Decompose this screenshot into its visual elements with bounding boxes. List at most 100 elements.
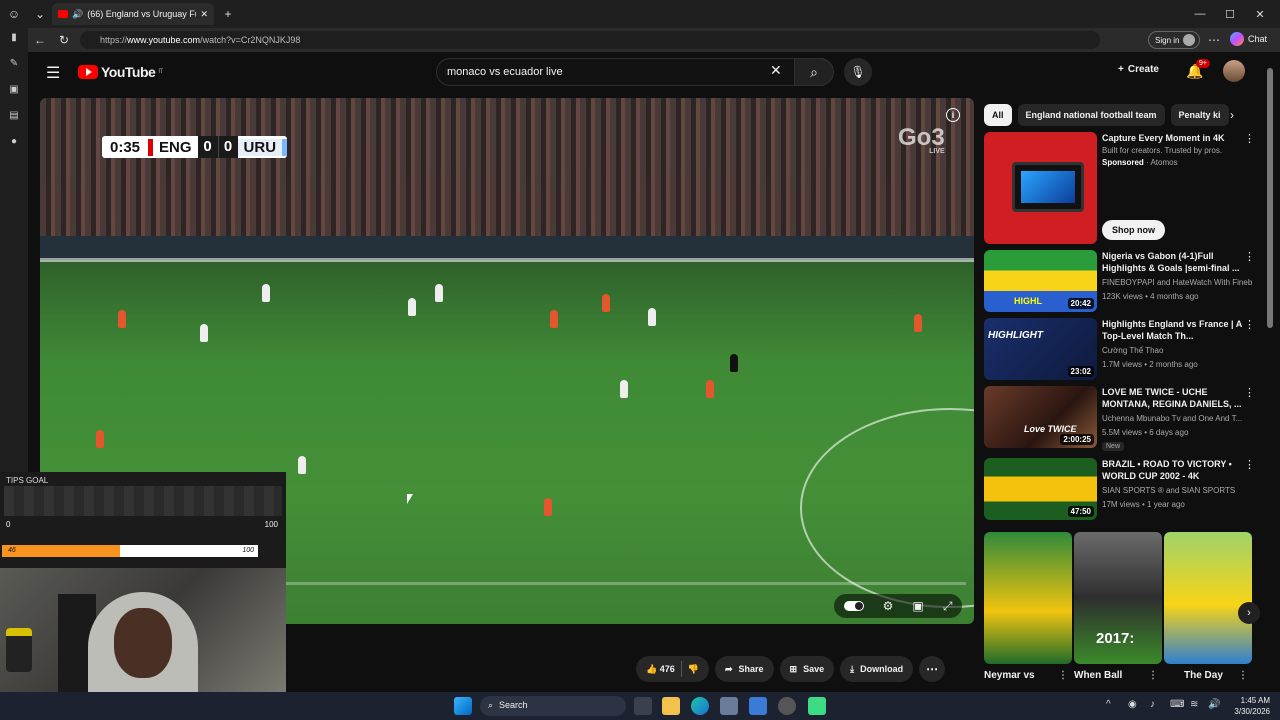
kebab-menu-icon[interactable]: ⋮ xyxy=(1244,458,1255,471)
short-thumbnail[interactable] xyxy=(1164,532,1252,664)
sign-in-button[interactable]: Sign in xyxy=(1148,31,1200,49)
kebab-menu-icon[interactable]: ⋮ xyxy=(1148,670,1158,681)
tab-actions-chevron-icon[interactable]: ⌄ xyxy=(30,4,50,24)
tray-app-icon[interactable]: ◉ xyxy=(1128,699,1137,710)
menu-hamburger-icon[interactable]: ☰ xyxy=(46,63,60,83)
chips-next-icon[interactable]: › xyxy=(1230,108,1234,122)
store-icon[interactable] xyxy=(720,697,738,715)
mic-tray-icon[interactable]: ♪ xyxy=(1150,699,1155,710)
ad-thumbnail[interactable] xyxy=(984,132,1097,244)
url-field[interactable]: https://www.youtube.com/watch?v=Cr2NQNJK… xyxy=(80,31,1100,49)
miniplayer-icon[interactable]: ▣ xyxy=(912,599,923,613)
more-menu-icon[interactable]: ⋯ xyxy=(1204,30,1224,50)
short-title[interactable]: When Ball xyxy=(1074,670,1122,681)
browser-tab[interactable]: 🔊 (66) England vs Uruguay Full ✕ xyxy=(52,3,214,25)
clock[interactable]: 1:45 AM 3/30/2026 xyxy=(1226,695,1270,717)
chip-all[interactable]: All xyxy=(984,104,1012,126)
channel-name[interactable]: Uchenna Mbunabo Tv and One And T... xyxy=(1102,414,1252,423)
ad-title[interactable]: Capture Every Moment in 4K xyxy=(1102,132,1242,144)
create-button[interactable]: + Create xyxy=(1118,64,1159,75)
tools-icon[interactable]: ✎ xyxy=(8,58,20,70)
channel-name[interactable]: Cường Thể Thao xyxy=(1102,346,1252,355)
edge-browser-icon[interactable] xyxy=(691,697,709,715)
app-icon[interactable] xyxy=(778,697,796,715)
short-thumbnail[interactable]: 2017: xyxy=(1074,532,1162,664)
minimize-button[interactable]: — xyxy=(1186,4,1214,24)
copilot-icon xyxy=(1230,32,1244,46)
profile-icon[interactable]: ☺ xyxy=(4,4,24,24)
youtube-logo[interactable]: YouTube IT xyxy=(78,64,163,80)
kebab-menu-icon[interactable]: ⋮ xyxy=(1244,132,1255,145)
video-thumbnail[interactable]: Love TWICE 2:00:25 xyxy=(984,386,1097,448)
video-thumbnail[interactable]: 47:50 xyxy=(984,458,1097,520)
clear-search-icon[interactable]: ✕ xyxy=(770,62,782,79)
autoplay-toggle[interactable] xyxy=(843,601,864,611)
language-icon[interactable]: ⌨ xyxy=(1170,699,1184,710)
games-icon[interactable]: ● xyxy=(8,136,20,148)
kebab-menu-icon[interactable]: ⋮ xyxy=(1238,670,1248,681)
share-button[interactable]: ➦ Share xyxy=(714,656,774,682)
new-tab-button[interactable]: + xyxy=(218,4,238,24)
notifications-button[interactable]: 🔔 9+ xyxy=(1186,59,1210,80)
back-arrow-icon[interactable]: ← xyxy=(30,30,50,50)
chip-england-team[interactable]: England national football team xyxy=(1017,104,1165,126)
search-button[interactable]: ⌕ xyxy=(794,58,834,86)
tab-close-icon[interactable]: ✕ xyxy=(200,9,208,20)
speaker-icon[interactable]: 🔊 xyxy=(72,9,83,20)
taskbar-search[interactable]: ⌕ Search xyxy=(480,696,626,716)
android-app-icon[interactable] xyxy=(808,697,826,715)
page-scrollbar[interactable] xyxy=(1266,58,1274,678)
tray-chevron-icon[interactable]: ^ xyxy=(1106,699,1111,710)
short-thumbnail[interactable] xyxy=(984,532,1072,664)
save-button[interactable]: ⊞ Save xyxy=(779,656,835,682)
channel-name[interactable]: SIAN SPORTS ® and SIAN SPORTS xyxy=(1102,486,1252,495)
recommendation-item[interactable]: HIGHL 20:42 Nigeria vs Gabon (4-1)Full H… xyxy=(984,250,1255,314)
kebab-menu-icon[interactable]: ⋮ xyxy=(1244,318,1255,331)
short-title[interactable]: The Day xyxy=(1184,670,1223,681)
wifi-icon[interactable]: ≋ xyxy=(1190,699,1198,710)
search-input[interactable]: monaco vs ecuador live xyxy=(436,58,824,86)
copilot-chat-button[interactable]: Chat xyxy=(1230,32,1267,46)
video-progress-bar[interactable] xyxy=(286,582,966,585)
fullscreen-icon[interactable]: ⤢ xyxy=(943,599,953,614)
short-title[interactable]: Neymar vs xyxy=(984,670,1035,681)
settings-gear-icon[interactable]: ⚙ xyxy=(883,599,894,613)
channel-name[interactable]: FINEBOYPAPI and HateWatch With Fineb... xyxy=(1102,278,1252,287)
kebab-menu-icon[interactable]: ⋮ xyxy=(1244,386,1255,399)
mail-icon[interactable] xyxy=(749,697,767,715)
video-title[interactable]: Nigeria vs Gabon (4-1)Full Highlights & … xyxy=(1102,250,1242,274)
refresh-icon[interactable]: ↻ xyxy=(54,30,74,50)
video-thumbnail[interactable]: HIGHLIGHT 23:02 xyxy=(984,318,1097,380)
chip-penalty[interactable]: Penalty ki xyxy=(1170,104,1229,126)
scrollbar-thumb[interactable] xyxy=(1267,68,1273,328)
more-actions-button[interactable]: ⋯ xyxy=(919,656,946,682)
search-icon: ⌕ xyxy=(488,700,494,710)
file-icon[interactable]: ▮ xyxy=(8,32,20,44)
kebab-menu-icon[interactable]: ⋮ xyxy=(1244,250,1255,263)
close-window-button[interactable]: ✕ xyxy=(1246,4,1274,24)
maximize-button[interactable]: ☐ xyxy=(1216,4,1244,24)
account-avatar[interactable] xyxy=(1223,60,1245,82)
kebab-menu-icon[interactable]: ⋮ xyxy=(1058,670,1068,681)
windows-start-icon[interactable] xyxy=(454,697,472,715)
sponsored-ad[interactable]: Capture Every Moment in 4K Built for cre… xyxy=(984,132,1255,244)
shorts-next-arrow-icon[interactable]: › xyxy=(1238,602,1260,624)
shopping-icon[interactable]: ▣ xyxy=(8,84,20,96)
file-explorer-icon[interactable] xyxy=(662,697,680,715)
shop-now-button[interactable]: Shop now xyxy=(1102,220,1165,240)
video-title[interactable]: LOVE ME TWICE - UCHE MONTANA, REGINA DAN… xyxy=(1102,386,1242,410)
recommendation-item[interactable]: HIGHLIGHT 23:02 Highlights England vs Fr… xyxy=(984,318,1255,382)
recommendation-item[interactable]: 47:50 BRAZIL • ROAD TO VICTORY • WORLD C… xyxy=(984,458,1255,522)
info-icon[interactable]: i xyxy=(946,108,960,122)
like-button[interactable]: 👍 476 xyxy=(646,664,675,675)
video-title[interactable]: BRAZIL • ROAD TO VICTORY • WORLD CUP 200… xyxy=(1102,458,1242,482)
download-button[interactable]: ⤓ Download xyxy=(840,656,914,682)
video-title[interactable]: Highlights England vs France | A Top-Lev… xyxy=(1102,318,1242,342)
wallet-icon[interactable]: ▤ xyxy=(8,110,20,122)
task-view-icon[interactable] xyxy=(634,697,652,715)
voice-search-button[interactable]: 🎙 xyxy=(844,58,872,86)
volume-icon[interactable]: 🔊 xyxy=(1208,699,1220,710)
video-thumbnail[interactable]: HIGHL 20:42 xyxy=(984,250,1097,312)
dislike-button[interactable]: 👎 xyxy=(688,664,699,675)
recommendation-item[interactable]: Love TWICE 2:00:25 LOVE ME TWICE - UCHE … xyxy=(984,386,1255,456)
